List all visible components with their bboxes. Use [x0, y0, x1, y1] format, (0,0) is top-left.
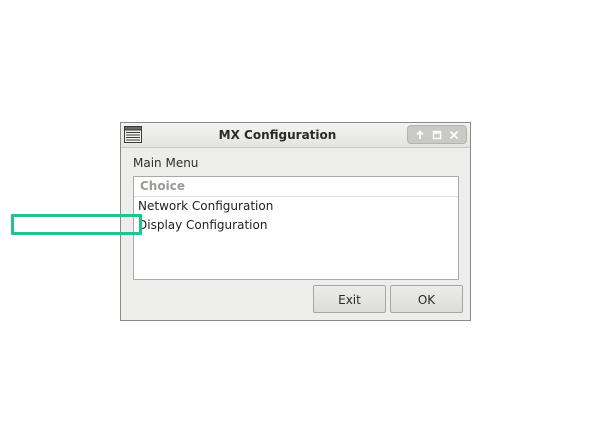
selection-highlight-box: [11, 214, 142, 235]
close-icon: [450, 130, 459, 139]
title-bar[interactable]: MX Configuration: [121, 123, 470, 148]
shade-button[interactable]: [413, 128, 427, 142]
choice-header-label: Choice: [140, 179, 185, 193]
exit-button[interactable]: Exit: [313, 285, 386, 313]
window-controls: [407, 125, 467, 144]
maximize-button[interactable]: [430, 128, 444, 142]
maximize-icon: [432, 130, 442, 139]
choice-list[interactable]: Choice Network Configuration Display Con…: [133, 176, 459, 280]
list-item-network-configuration[interactable]: Network Configuration: [138, 198, 438, 215]
main-menu-label: Main Menu: [133, 156, 199, 170]
ok-button[interactable]: OK: [390, 285, 463, 313]
close-button[interactable]: [447, 128, 461, 142]
list-item-display-configuration[interactable]: Display Configuration: [138, 217, 438, 234]
up-arrow-icon: [416, 129, 424, 139]
mx-configuration-window: MX Configuration Main Menu Choice Networ…: [120, 122, 471, 321]
window-title: MX Configuration: [218, 128, 337, 142]
list-column-header[interactable]: Choice: [134, 177, 458, 197]
